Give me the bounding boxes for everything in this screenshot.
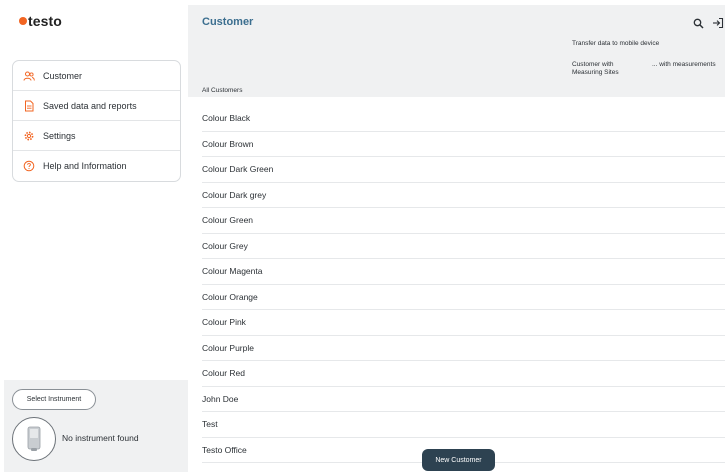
customer-row[interactable]: Colour Brown [202,132,725,157]
instrument-avatar [12,417,56,461]
sidebar-item-customer[interactable]: Customer [13,61,180,91]
export-icon[interactable] [712,17,724,29]
logo-dot [19,17,27,25]
section-label: All Customers [202,87,243,94]
customer-row[interactable]: Colour Pink [202,310,725,336]
customer-row[interactable]: Colour Orange [202,285,725,310]
customer-row[interactable]: Colour Purple [202,336,725,361]
transfer-label: Transfer data to mobile device [572,40,660,47]
sidebar-item-label: Help and Information [43,161,127,171]
customer-row[interactable]: Colour Dark Green [202,157,725,183]
document-icon [23,100,35,112]
select-instrument-button[interactable]: Select Instrument [12,389,96,410]
instrument-status: No instrument found [62,433,139,443]
users-icon [23,70,35,82]
sidebar-item-settings[interactable]: Settings [13,121,180,151]
customer-list: Colour Black Colour Brown Colour Dark Gree… [202,106,725,463]
customer-row[interactable]: Colour Dark grey [202,183,725,208]
sidebar: testo Customer Saved data and reports Se… [0,0,188,472]
customer-row[interactable]: Colour Magenta [202,259,725,285]
sidebar-item-help[interactable]: Help and Information [13,151,180,181]
gear-icon [23,130,35,142]
sidebar-item-label: Settings [43,130,76,141]
new-customer-button[interactable]: New Customer [422,449,495,471]
customer-row[interactable]: Test [202,412,725,438]
customer-row[interactable]: Colour Red [202,361,725,387]
customer-header: Customer Transfer data to mobile device … [188,5,725,97]
column-measurements: ... with measurements [652,61,716,68]
page-title: Customer [202,16,254,28]
customer-row[interactable]: Colour Grey [202,234,725,259]
testo-logo: testo [19,13,62,29]
customer-row[interactable]: John Doe [202,387,725,412]
main-content: Customer Transfer data to mobile device … [188,0,725,472]
customer-row[interactable]: Colour Green [202,208,725,234]
help-icon [23,160,35,172]
instrument-device-icon [27,426,41,451]
sidebar-item-label: Customer [43,70,83,81]
instrument-panel: Select Instrument No instrument found [4,380,188,472]
customer-row[interactable]: Colour Black [202,106,725,132]
sidebar-item-label: Saved data and reports [43,100,137,111]
logo-text: testo [28,13,62,29]
column-measuring-sites-label: Customer with Measuring Sites [572,61,619,76]
search-icon[interactable] [692,17,704,29]
column-measuring-sites: Customer with Measuring Sites [572,61,628,77]
sidebar-item-saved-data[interactable]: Saved data and reports [13,91,180,121]
sidebar-nav: Customer Saved data and reports Settings… [12,60,181,182]
